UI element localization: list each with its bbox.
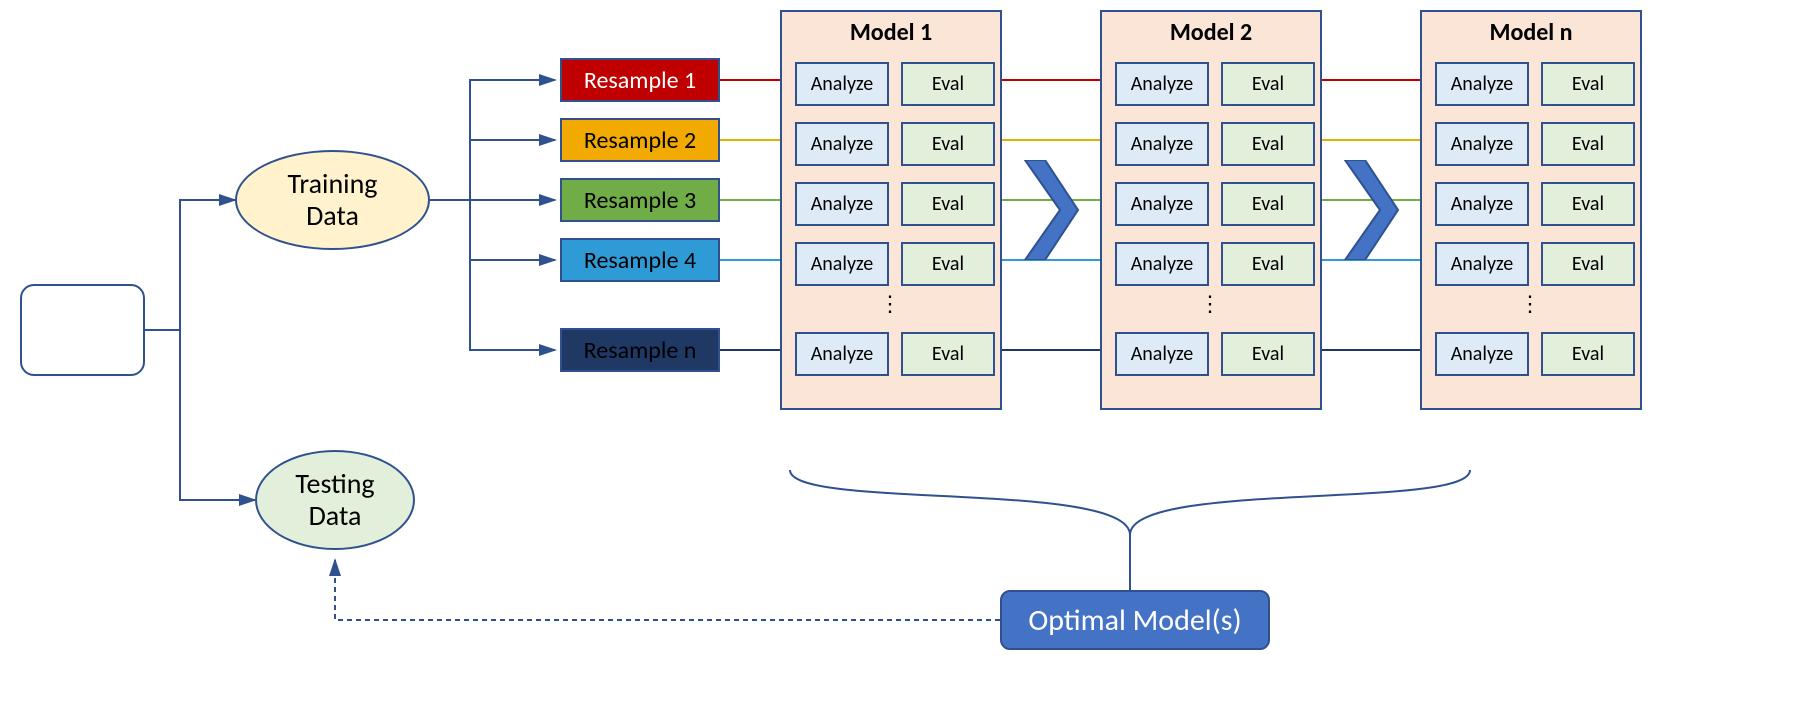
analyze-cell: Analyze (1115, 62, 1209, 106)
model-title: Model 1 (782, 18, 1000, 47)
ellipsis-icon: ⋮ (782, 290, 1000, 317)
source-box (20, 284, 145, 376)
analyze-cell: Analyze (1435, 332, 1529, 376)
analyze-cell: Analyze (795, 242, 889, 286)
model-2: Model 2 Analyze Eval Analyze Eval Analyz… (1100, 10, 1322, 410)
analyze-cell: Analyze (1115, 332, 1209, 376)
eval-cell: Eval (1541, 332, 1635, 376)
resample-1: Resample 1 (560, 58, 720, 102)
eval-cell: Eval (1541, 122, 1635, 166)
analyze-cell: Analyze (1115, 122, 1209, 166)
model-title: Model n (1422, 18, 1640, 47)
eval-cell: Eval (1221, 332, 1315, 376)
training-data-ellipse: Training Data (235, 150, 430, 250)
resample-label: Resample 4 (584, 246, 696, 275)
ellipsis-icon: ⋮ (1102, 290, 1320, 317)
optimal-label: Optimal Model(s) (1028, 602, 1241, 639)
resample-label: Resample 1 (584, 66, 696, 95)
eval-cell: Eval (1221, 122, 1315, 166)
resample-n: Resample n (560, 328, 720, 372)
model-1: Model 1 Analyze Eval Analyze Eval Analyz… (780, 10, 1002, 410)
analyze-cell: Analyze (1435, 62, 1529, 106)
resample-label: Resample n (584, 336, 697, 365)
chevron-icon (1340, 160, 1400, 260)
ellipsis-icon: ⋮ (1422, 290, 1640, 317)
analyze-cell: Analyze (1435, 182, 1529, 226)
resample-4: Resample 4 (560, 238, 720, 282)
eval-cell: Eval (901, 182, 995, 226)
analyze-cell: Analyze (795, 182, 889, 226)
eval-cell: Eval (901, 332, 995, 376)
analyze-cell: Analyze (1115, 182, 1209, 226)
analyze-cell: Analyze (795, 332, 889, 376)
eval-cell: Eval (901, 62, 995, 106)
resample-3: Resample 3 (560, 178, 720, 222)
optimal-models-box: Optimal Model(s) (1000, 590, 1270, 650)
analyze-cell: Analyze (795, 122, 889, 166)
analyze-cell: Analyze (1435, 242, 1529, 286)
diagram-root: Training Data Testing Data Resample 1 Re… (0, 0, 1793, 716)
model-n: Model n Analyze Eval Analyze Eval Analyz… (1420, 10, 1642, 410)
eval-cell: Eval (1221, 182, 1315, 226)
testing-data-ellipse: Testing Data (255, 450, 415, 550)
eval-cell: Eval (901, 122, 995, 166)
analyze-cell: Analyze (1435, 122, 1529, 166)
training-data-label: Training Data (288, 168, 378, 232)
eval-cell: Eval (901, 242, 995, 286)
model-title: Model 2 (1102, 18, 1320, 47)
analyze-cell: Analyze (795, 62, 889, 106)
eval-cell: Eval (1541, 62, 1635, 106)
eval-cell: Eval (1221, 62, 1315, 106)
resample-label: Resample 2 (584, 126, 696, 155)
analyze-cell: Analyze (1115, 242, 1209, 286)
chevron-icon (1020, 160, 1080, 260)
eval-cell: Eval (1541, 182, 1635, 226)
resample-label: Resample 3 (584, 186, 696, 215)
resample-2: Resample 2 (560, 118, 720, 162)
testing-data-label: Testing Data (295, 468, 374, 532)
eval-cell: Eval (1541, 242, 1635, 286)
eval-cell: Eval (1221, 242, 1315, 286)
